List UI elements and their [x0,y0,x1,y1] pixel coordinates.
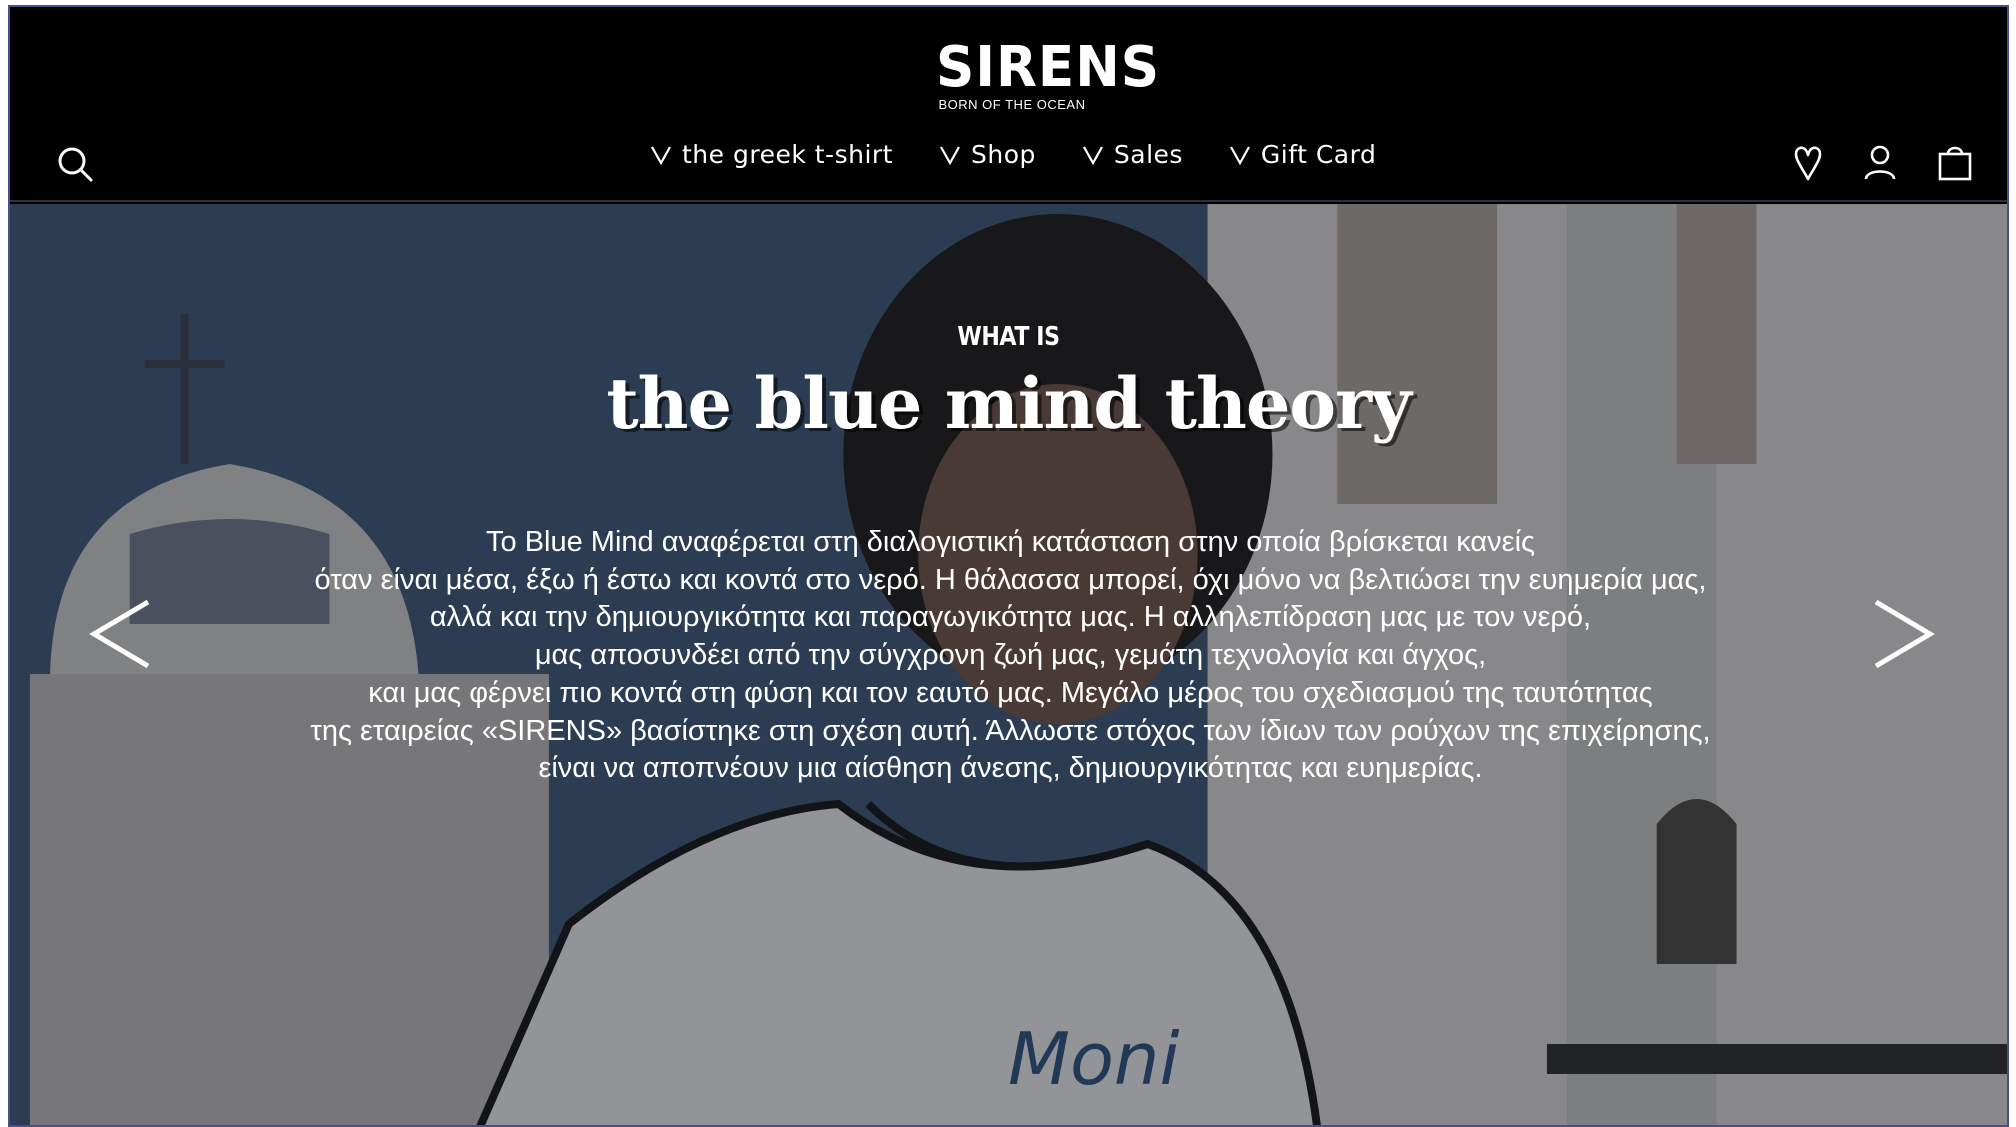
chevron-down-icon [1229,145,1250,165]
nav-item-sales[interactable]: Sales [1082,140,1183,169]
user-icon [1864,145,1896,180]
hero-content: WHAT IS the blue mind theory Το Blue Min… [10,204,2007,1125]
chevron-right-icon [1874,599,1935,669]
site-header: SIRENS BORN OF THE OCEAN the greek t-shi… [10,7,2007,202]
hero-kicker: WHAT IS [957,322,1060,352]
wishlist-button[interactable] [1786,141,1830,185]
hero-body-line: Το Blue Mind αναφέρεται στη διαλογιστική… [485,526,1535,558]
nav-item-label: Gift Card [1260,140,1377,169]
nav-item-gift-card[interactable]: Gift Card [1229,140,1376,169]
hero-body-line: μας αποσυνδέει από την σύγχρονη ζωή μας,… [534,639,1487,672]
hero-body-line: είναι να αποπνέουν μια αίσθηση άνεσης, δ… [538,752,1483,785]
carousel-next-button[interactable] [1868,594,1938,674]
logo-wordmark: SIRENS [936,35,1160,100]
hero-body-line: αλλά και την δημιουργικότητα και παραγωγ… [429,601,1592,634]
chevron-down-icon [940,145,960,165]
nav-item-label: the greek t-shirt [682,140,893,169]
chevron-down-icon [1082,145,1103,165]
brand-logo[interactable]: SIRENS BORN OF THE OCEAN [932,35,1160,113]
nav-item-label: Shop [970,140,1036,169]
search-icon [58,147,93,182]
bag-icon [1938,146,1972,181]
hero-body-text: Το Blue Mind αναφέρεται στη διαλογιστική… [210,524,1811,788]
nav-item-label: Sales [1113,140,1183,169]
hero-body-line: και μας φέρνει πιο κοντά στη φύση και το… [368,676,1653,709]
hero-title: the blue mind theory [606,362,1411,445]
main-nav: the greek t-shirt Shop Sales Gift Card [650,140,1376,169]
hero-body-line: όταν είναι μέσα, έξω ή έστω και κοντά στ… [314,563,1707,596]
search-button[interactable] [54,143,98,187]
carousel-prev-button[interactable] [86,594,156,674]
cart-button[interactable] [1933,141,1977,185]
nav-item-shop[interactable]: Shop [939,140,1036,169]
chevron-down-icon [651,145,671,165]
hero-banner: Moni WHAT IS the blue mind theory Το Blu… [10,204,2007,1125]
page-frame: SIRENS BORN OF THE OCEAN the greek t-shi… [8,5,2009,1127]
account-button[interactable] [1858,141,1902,185]
heart-icon [1794,146,1822,181]
nav-item-greek-tshirt[interactable]: the greek t-shirt [650,140,893,169]
chevron-left-icon [89,599,150,669]
hero-body-line: της εταιρείας «SIRENS» βασίστηκε στη σχέ… [310,714,1711,747]
